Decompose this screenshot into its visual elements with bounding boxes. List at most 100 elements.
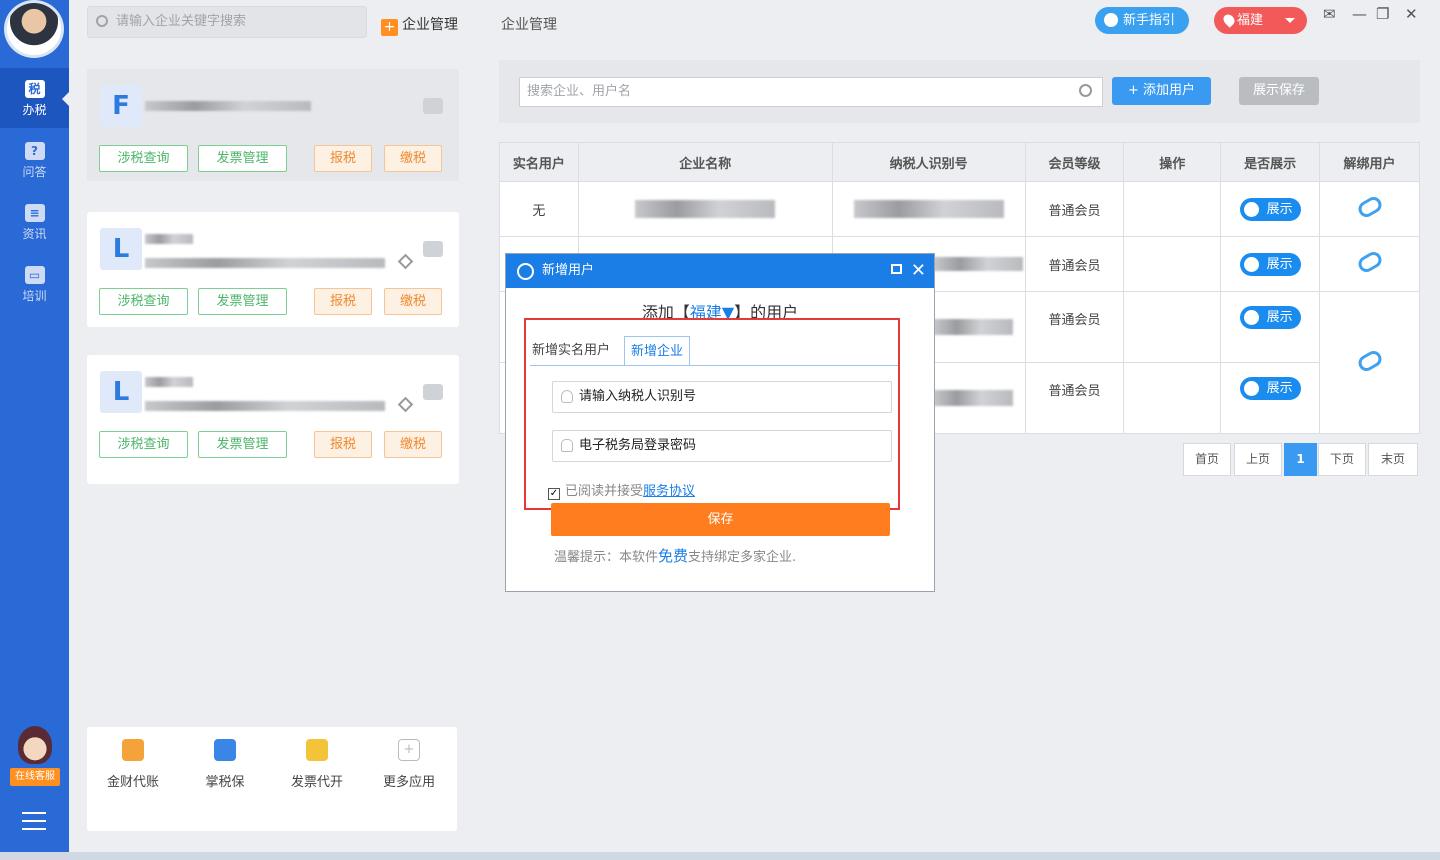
tip-suffix: 支持绑定多家企业. — [688, 550, 797, 565]
pager-prev[interactable]: 上页 — [1234, 443, 1282, 476]
declare-tax-button[interactable]: 报税 — [314, 145, 372, 172]
agreement-row: ✓ 已阅读并接受服务协议 — [548, 480, 695, 500]
col-realname: 实名用户 — [499, 142, 579, 182]
region-select[interactable]: 福建 — [1214, 7, 1307, 34]
agree-checkbox[interactable]: ✓ — [548, 488, 560, 500]
online-service-label: 在线客服 — [10, 768, 60, 786]
dialog-title-bar[interactable]: 新增用户 ✕ — [506, 254, 934, 288]
rail-item-news[interactable]: ≡ 资讯 — [0, 192, 69, 252]
unlink-icon[interactable] — [1355, 249, 1384, 275]
password-field[interactable]: 电子税务局登录密码 — [552, 430, 892, 462]
app-invoice-issuing[interactable]: 发票代开 — [282, 739, 352, 790]
top-bar: 请输入企业关键字搜索 + 企业管理 企业管理 新手指引 福建 ✉ — ❐ ✕ — [69, 0, 1440, 45]
company-card[interactable]: L 涉税查询 发票管理 报税 缴税 — [87, 355, 459, 484]
user-avatar[interactable] — [4, 0, 64, 58]
declare-tax-button[interactable]: 报税 — [314, 431, 372, 458]
actions-cell — [1123, 181, 1222, 237]
user-icon — [561, 390, 573, 403]
rail-item-training[interactable]: ▭ 培训 — [0, 254, 69, 314]
invoice-management-button[interactable]: 发票管理 — [198, 431, 287, 458]
blurred-text — [932, 257, 1023, 271]
unlink-icon[interactable] — [1355, 194, 1384, 220]
rail-item-qa[interactable]: ? 问答 — [0, 130, 69, 190]
app-label: 掌税保 — [205, 775, 245, 790]
tax-query-button[interactable]: 涉税查询 — [99, 431, 188, 458]
declare-tax-button[interactable]: 报税 — [314, 288, 372, 315]
online-service[interactable]: 在线客服 — [10, 726, 60, 786]
search-placeholder: 搜索企业、用户名 — [527, 84, 632, 99]
pay-tax-button[interactable]: 缴税 — [384, 288, 442, 315]
col-unbind: 解绑用户 — [1319, 142, 1420, 182]
beginner-guide-button[interactable]: 新手指引 — [1095, 7, 1189, 34]
app-zhangshuibao[interactable]: 掌税保 — [190, 739, 260, 790]
unlink-icon[interactable] — [1355, 347, 1384, 374]
pay-tax-button[interactable]: 缴税 — [384, 145, 442, 172]
display-toggle[interactable]: 展示 — [1239, 377, 1301, 400]
table-header-row: 实名用户 企业名称 纳税人识别号 会员等级 操作 是否展示 解绑用户 — [499, 142, 1420, 182]
rail-item-tax[interactable]: 税 办税 — [0, 68, 69, 128]
show-save-button[interactable]: 展示保存 — [1239, 77, 1319, 105]
question-icon: ? — [24, 142, 45, 160]
hamburger-menu-icon[interactable] — [22, 812, 46, 832]
company-card[interactable]: L 涉税查询 发票管理 报税 缴税 — [87, 212, 459, 327]
service-agreement-link[interactable]: 服务协议 — [643, 484, 695, 499]
accounting-icon — [122, 739, 144, 761]
app-jincai-accounting[interactable]: 金财代账 — [98, 739, 168, 790]
blurred-company-name — [145, 234, 193, 244]
chat-icon[interactable] — [423, 384, 443, 400]
pager-first[interactable]: 首页 — [1183, 443, 1231, 476]
user-form-icon — [517, 263, 534, 280]
service-agent-icon — [18, 726, 52, 764]
display-toggle[interactable]: 展示 — [1239, 306, 1301, 329]
training-icon: ▭ — [24, 266, 45, 284]
add-user-dialog: 新增用户 ✕ 添加【福建▼】的用户 新增实名用户 新增企业 请输入纳税人识别号 … — [505, 253, 935, 592]
display-toggle[interactable]: 展示 — [1239, 252, 1301, 276]
tab-new-company[interactable]: 新增企业 — [624, 336, 691, 366]
tab-company-management[interactable]: 企业管理 — [501, 14, 557, 34]
tax-query-button[interactable]: 涉税查询 — [99, 288, 188, 315]
pager-next[interactable]: 下页 — [1318, 443, 1366, 476]
minimize-icon[interactable]: — — [1352, 5, 1367, 23]
news-icon: ≡ — [24, 204, 45, 222]
actions-cell — [1123, 291, 1222, 363]
unbind-cell — [1319, 236, 1420, 292]
invoice-icon — [306, 739, 328, 761]
search-icon[interactable] — [1079, 84, 1092, 97]
pager-current[interactable]: 1 — [1284, 443, 1317, 476]
lock-icon — [561, 439, 573, 452]
diamond-icon — [397, 396, 414, 413]
blurred-text — [635, 200, 776, 218]
add-user-button[interactable]: + 添加用户 — [1112, 77, 1211, 105]
chat-icon[interactable] — [423, 98, 443, 114]
display-toggle[interactable]: 展示 — [1239, 197, 1301, 221]
company-search-input[interactable]: 请输入企业关键字搜索 — [87, 6, 367, 38]
toolbar: 搜索企业、用户名 + 添加用户 展示保存 — [499, 60, 1420, 123]
tab-company-management-active[interactable]: + 企业管理 — [381, 14, 458, 36]
invoice-management-button[interactable]: 发票管理 — [198, 288, 287, 315]
display-cell: 展示 — [1220, 291, 1321, 363]
user-search-input[interactable]: 搜索企业、用户名 — [519, 77, 1103, 107]
company-card[interactable]: F 涉税查询 发票管理 报税 缴税 — [87, 69, 459, 181]
maximize-icon[interactable] — [891, 264, 902, 274]
tax-query-button[interactable]: 涉税查询 — [99, 145, 188, 172]
tab-new-realname-user[interactable]: 新增实名用户 — [526, 336, 616, 366]
close-icon[interactable]: ✕ — [911, 254, 926, 288]
search-icon — [96, 15, 108, 27]
tax-icon: 税 — [24, 80, 45, 98]
pay-tax-button[interactable]: 缴税 — [384, 431, 442, 458]
password-value: 电子税务局登录密码 — [579, 438, 697, 453]
mail-icon[interactable]: ✉ — [1323, 5, 1336, 23]
app-more[interactable]: + 更多应用 — [374, 739, 444, 790]
taxpayer-id-field[interactable]: 请输入纳税人识别号 — [552, 381, 892, 413]
taxpayer-id-cell — [831, 181, 1026, 237]
invoice-management-button[interactable]: 发票管理 — [198, 145, 287, 172]
pager-last[interactable]: 末页 — [1368, 443, 1418, 476]
restore-icon[interactable]: ❐ — [1376, 5, 1389, 23]
chat-icon[interactable] — [423, 241, 443, 257]
close-icon[interactable]: ✕ — [1405, 5, 1418, 23]
save-button[interactable]: 保存 — [551, 503, 890, 536]
tip-prefix: 温馨提示：本软件 — [554, 550, 659, 565]
app-shortcuts: 金财代账 掌税保 发票代开 + 更多应用 — [87, 727, 457, 831]
tab-label: 企业管理 — [402, 17, 458, 33]
os-taskbar — [0, 852, 1440, 860]
